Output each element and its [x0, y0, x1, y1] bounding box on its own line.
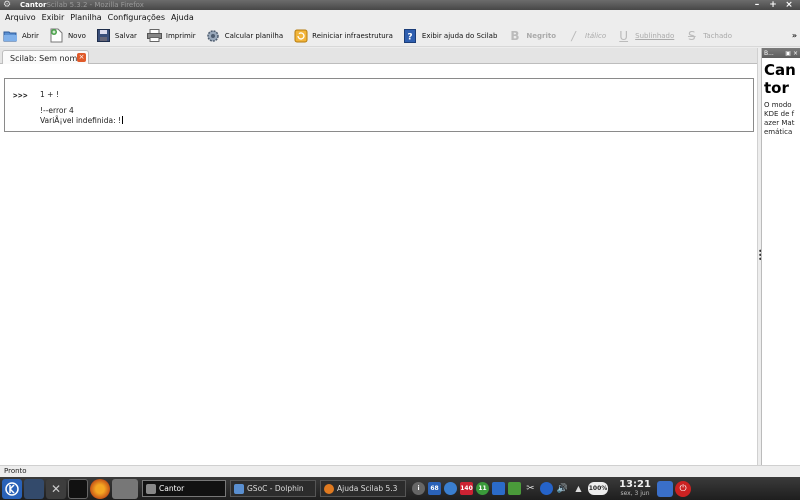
tab-scilab-worksheet[interactable]: Scilab: Sem nome ×	[2, 50, 89, 65]
underline-button[interactable]: U Sublinhado	[616, 28, 674, 43]
gear-icon	[146, 483, 156, 494]
lock-screen-icon[interactable]	[657, 480, 673, 497]
save-icon	[96, 28, 111, 43]
window-titlebar[interactable]: ⚙ CantorScilab 5.3.2 - Mozilla Firefox –…	[0, 0, 800, 10]
scissors-icon[interactable]: ✂	[524, 482, 537, 495]
underline-icon: U	[619, 28, 629, 43]
updates-badge[interactable]: 140	[460, 482, 473, 495]
info-icon[interactable]: i	[412, 482, 425, 495]
close-panel-icon[interactable]: ×	[793, 50, 798, 57]
worksheet-area[interactable]: >>> 1 + ! !--error 4 VariÃ¡vel indefinid…	[0, 64, 757, 465]
gear-icon[interactable]: ⚙	[2, 0, 12, 10]
menu-exibir[interactable]: Exibir	[42, 13, 65, 22]
command-prompt: >>>	[13, 91, 29, 100]
status-text: Pronto	[4, 467, 27, 475]
menu-arquivo[interactable]: Arquivo	[5, 13, 36, 22]
command-entry[interactable]: >>> 1 + ! !--error 4 VariÃ¡vel indefinid…	[4, 78, 754, 132]
new-button[interactable]: Novo	[49, 28, 86, 43]
main-toolbar: Abrir Novo Salvar Imprimir Calcular plan…	[0, 25, 800, 47]
gears-icon	[206, 28, 221, 43]
battery-icon[interactable]	[508, 482, 521, 495]
desktop-taskbar: ✕ Cantor GSoC - Dolphin Ajuda Scilab 5.3…	[0, 477, 800, 500]
firefox-icon[interactable]	[90, 478, 110, 499]
float-panel-icon[interactable]: ▣	[785, 50, 791, 57]
window-title: CantorScilab 5.3.2 - Mozilla Firefox	[20, 1, 144, 9]
print-button[interactable]: Imprimir	[146, 28, 196, 43]
restart-backend-button[interactable]: Reiniciar infraestrutura	[293, 28, 393, 43]
maximize-icon[interactable]: +	[768, 0, 778, 10]
menu-planilha[interactable]: Planilha	[70, 13, 101, 22]
bold-icon: B	[510, 28, 520, 43]
side-panel-header[interactable]: B... ▣ ×	[762, 48, 800, 58]
close-tab-icon[interactable]: ×	[77, 53, 86, 62]
svg-text:?: ?	[408, 32, 413, 42]
folder-open-icon	[3, 28, 18, 43]
evaluate-worksheet-button[interactable]: Calcular planilha	[206, 28, 283, 43]
bluetooth-icon[interactable]	[540, 482, 553, 495]
kde-menu-icon[interactable]	[2, 478, 22, 499]
new-document-icon	[49, 28, 64, 43]
show-help-button[interactable]: ? Exibir ajuda do Scilab	[403, 28, 497, 43]
toolbar-overflow-icon[interactable]: »	[792, 31, 797, 40]
firefox-icon	[324, 483, 334, 494]
desktop-icon[interactable]	[24, 478, 44, 499]
expand-tray-icon[interactable]: ▲	[572, 482, 585, 495]
volume-icon[interactable]: 🔊	[556, 482, 569, 495]
task-firefox-help[interactable]: Ajuda Scilab 5.3	[320, 480, 406, 497]
globe-icon[interactable]	[444, 482, 457, 495]
power-icon[interactable]: ⏻	[675, 480, 691, 497]
status-bar: Pronto	[0, 465, 800, 477]
italic-icon: /	[571, 28, 576, 43]
system-tray: i 68 140 11 ✂ 🔊 ▲ 100%	[412, 482, 611, 495]
italic-button[interactable]: / Itálico	[566, 28, 607, 43]
task-dolphin[interactable]: GSoC - Dolphin	[230, 480, 316, 497]
bold-button[interactable]: B Negrito	[507, 28, 556, 43]
network-badge[interactable]: 68	[428, 482, 441, 495]
close-icon[interactable]: ×	[784, 0, 794, 10]
terminal-icon[interactable]	[68, 478, 88, 499]
error-message-text: VariÃ¡vel indefinida: !	[40, 116, 124, 125]
printer-icon	[146, 28, 162, 43]
menu-ajuda[interactable]: Ajuda	[171, 13, 194, 22]
save-button[interactable]: Salvar	[96, 28, 137, 43]
side-panel-title: Cantor	[764, 61, 796, 97]
strikethrough-button[interactable]: S Tachado	[684, 28, 732, 43]
menu-configuracoes[interactable]: Configurações	[108, 13, 165, 22]
task-cantor[interactable]: Cantor	[142, 480, 226, 497]
help-book-icon: ?	[403, 28, 418, 43]
error-code-text: !--error 4	[40, 106, 74, 115]
pager-icon[interactable]	[112, 478, 138, 499]
window-controls: – + ×	[752, 0, 794, 10]
tab-label: Scilab: Sem nome	[10, 53, 83, 63]
menu-bar: Arquivo Exibir Planilha Configurações Aj…	[0, 10, 800, 24]
messages-badge[interactable]: 11	[476, 482, 489, 495]
minimize-icon[interactable]: –	[752, 0, 762, 10]
command-input[interactable]: 1 + !	[40, 90, 59, 99]
strikethrough-icon: S	[687, 28, 696, 43]
side-panel-body: Cantor O modo KDE de fazer Matemática	[762, 58, 800, 465]
tools-icon[interactable]: ✕	[46, 478, 66, 499]
zoom-level[interactable]: 100%	[588, 482, 608, 495]
side-panel-description: O modo KDE de fazer Matemática	[764, 101, 795, 136]
open-button[interactable]: Abrir	[3, 28, 39, 43]
folder-icon	[234, 483, 244, 494]
text-cursor	[122, 116, 124, 124]
clipboard-icon[interactable]	[492, 482, 505, 495]
restart-icon	[293, 28, 308, 43]
clock[interactable]: 13:21 sex, 3 jun	[615, 479, 655, 498]
worksheet-tabs: Scilab: Sem nome ×	[0, 48, 757, 65]
help-side-panel: B... ▣ × Cantor O modo KDE de fazer Mate…	[761, 48, 800, 465]
